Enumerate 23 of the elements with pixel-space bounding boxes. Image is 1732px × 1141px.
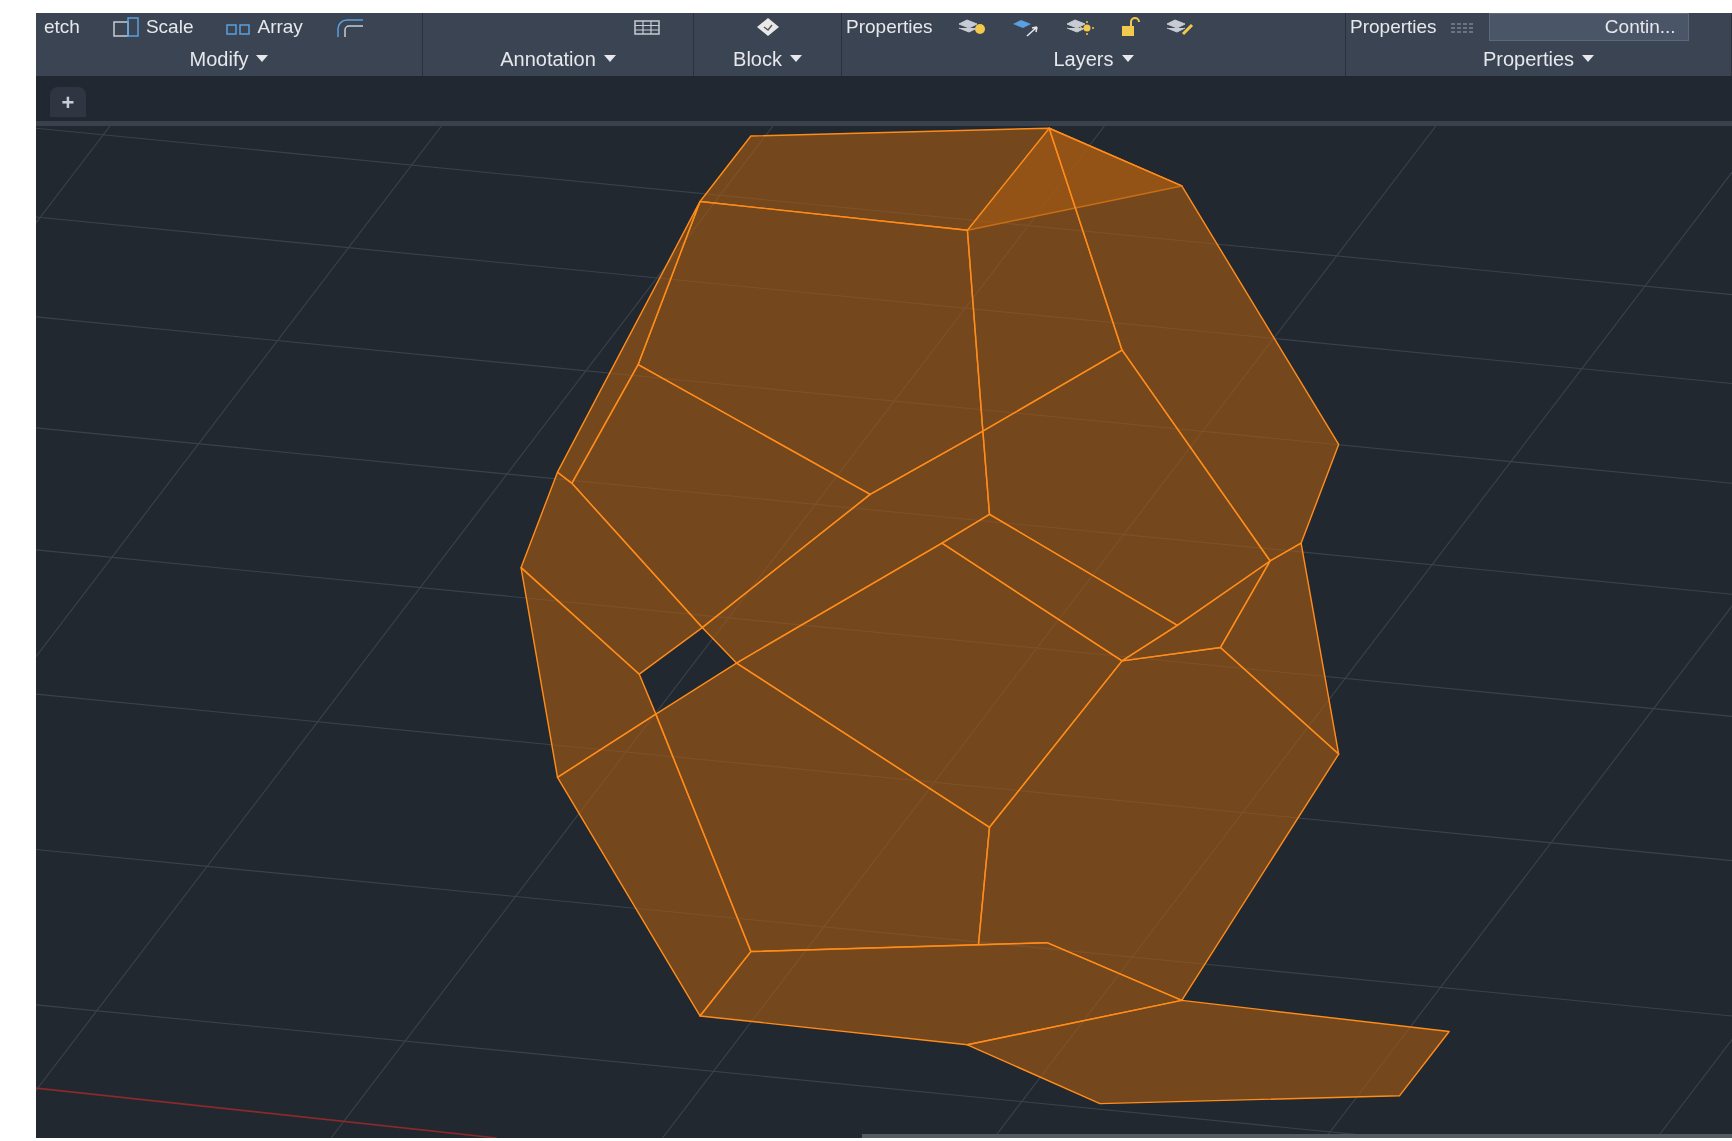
fillet-icon[interactable] — [334, 17, 365, 37]
array-tool[interactable]: Array — [225, 12, 303, 42]
layer-sun-icon[interactable] — [1064, 16, 1095, 38]
new-tab-button[interactable]: + — [50, 87, 86, 117]
layer-brush-icon[interactable] — [1164, 16, 1195, 38]
panel-title[interactable]: Layers — [842, 41, 1345, 76]
linetype-field[interactable]: Contin... — [1488, 13, 1689, 41]
table-icon[interactable] — [633, 18, 661, 36]
caret-icon — [256, 55, 269, 62]
panel-title[interactable]: Annotation — [423, 41, 693, 76]
tool-label[interactable]: Properties — [1350, 12, 1437, 42]
caret-icon — [1121, 55, 1134, 62]
caret-icon — [789, 55, 802, 62]
panel-title[interactable]: Modify — [36, 41, 422, 76]
tool-label[interactable]: Properties — [846, 12, 933, 42]
scrollbar[interactable] — [862, 1134, 1732, 1138]
panel-title[interactable]: Block — [694, 41, 841, 76]
caret-icon — [1582, 55, 1595, 62]
scale-tool[interactable]: Scale — [111, 12, 194, 42]
caret-icon — [603, 55, 616, 62]
panel-title[interactable]: Properties — [1346, 41, 1731, 76]
scale-icon[interactable] — [111, 16, 142, 38]
tool-label[interactable]: etch — [44, 12, 80, 42]
